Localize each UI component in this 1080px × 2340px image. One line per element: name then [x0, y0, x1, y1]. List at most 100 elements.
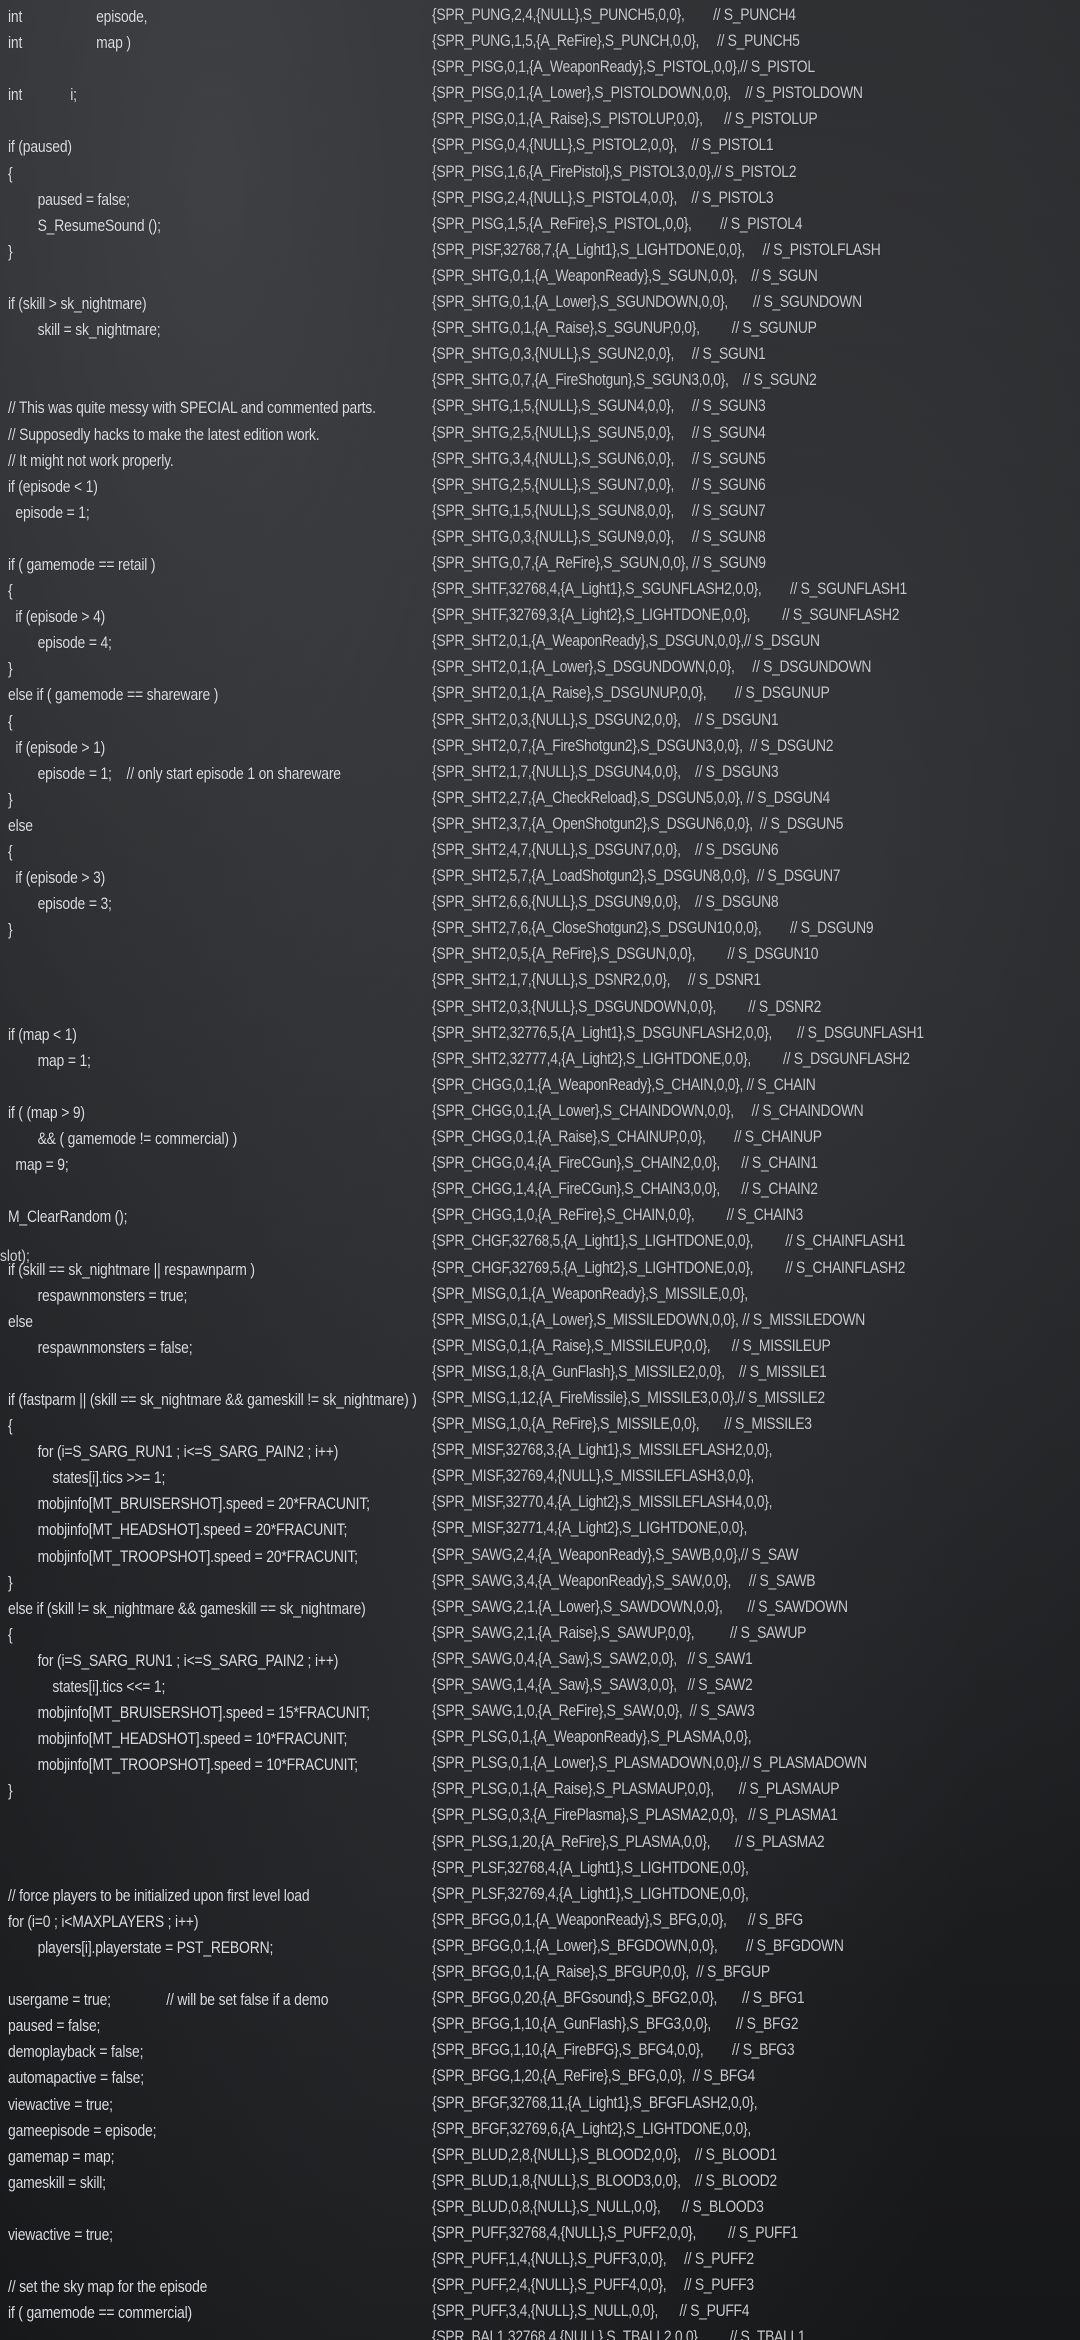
code-line: episode = 1; — [8, 503, 90, 522]
state-table-line: {SPR_SHT2,3,7,{A_OpenShotgun2},S_DSGUN6,… — [432, 814, 844, 833]
state-table-line: {SPR_PLSG,0,3,{A_FirePlasma},S_PLASMA2,0… — [432, 1806, 838, 1825]
state-table-line: {SPR_CHGG,0,1,{A_Lower},S_CHAINDOWN,0,0}… — [432, 1101, 864, 1120]
code-line: else — [8, 816, 33, 835]
state-table-line: {SPR_MISG,0,1,{A_WeaponReady},S_MISSILE,… — [432, 1284, 748, 1303]
code-line: } — [8, 1573, 13, 1592]
state-table-line: {SPR_PISF,32768,7,{A_Light1},S_LIGHTDONE… — [432, 240, 881, 259]
state-table-line: {SPR_PLSG,0,1,{A_WeaponReady},S_PLASMA,0… — [432, 1728, 752, 1747]
code-line: states[i].tics <<= 1; — [8, 1678, 166, 1696]
state-table-line: {SPR_SAWG,0,4,{A_Saw},S_SAW2,0,0}, // S_… — [432, 1649, 753, 1668]
state-table-line: {SPR_BLUD,2,8,{NULL},S_BLOOD2,0,0}, // S… — [432, 2145, 777, 2164]
state-table-line: {SPR_SHT2,7,6,{A_CloseShotgun2},S_DSGUN1… — [432, 919, 874, 938]
code-line: // force players to be initialized upon … — [8, 1886, 310, 1905]
state-table-line: {SPR_PUFF,1,4,{NULL},S_PUFF3,0,0}, // S_… — [432, 2250, 754, 2269]
code-line: viewactive = true; — [8, 2095, 113, 2114]
code-line: mobjinfo[MT_TROOPSHOT].speed = 20*FRACUN… — [8, 1547, 358, 1566]
state-table-line: {SPR_SHTG,3,4,{NULL},S_SGUN6,0,0}, // S_… — [432, 449, 766, 468]
state-table-line: {SPR_MISF,32769,4,{NULL},S_MISSILEFLASH3… — [432, 1467, 755, 1486]
code-line: paused = false; — [8, 2017, 101, 2036]
state-table-line: {SPR_SHTG,0,7,{A_FireShotgun},S_SGUN3,0,… — [432, 371, 817, 390]
code-line: int map ) — [8, 34, 131, 53]
code-line: { — [8, 582, 13, 601]
state-table-line: {SPR_PISG,1,6,{A_FirePistol},S_PISTOL3,0… — [432, 162, 797, 181]
code-line: usergame = true; // will be set false if… — [8, 1991, 329, 2010]
state-table-line: {SPR_PLSG,1,20,{A_ReFire},S_PLASMA,0,0},… — [432, 1832, 825, 1851]
state-table-line: {SPR_SHTG,0,1,{A_Lower},S_SGUNDOWN,0,0},… — [432, 293, 862, 312]
code-line: if (skill > sk_nightmare) — [8, 295, 147, 314]
state-table-line: {SPR_SHTG,0,3,{NULL},S_SGUN9,0,0}, // S_… — [432, 527, 766, 546]
state-table-line: {SPR_SHTG,2,5,{NULL},S_SGUN5,0,0}, // S_… — [432, 423, 766, 442]
code-line: automapactive = false; — [8, 2069, 144, 2088]
state-table-line: {SPR_BFGF,32769,6,{A_Light2},S_LIGHTDONE… — [432, 2119, 751, 2138]
state-table-line: {SPR_PLSG,0,1,{A_Lower},S_PLASMADOWN,0,0… — [432, 1754, 867, 1773]
code-line: episode = 4; — [8, 634, 112, 653]
code-line: mobjinfo[MT_HEADSHOT].speed = 10*FRACUNI… — [8, 1730, 348, 1749]
stray-code-fragment: slot); — [0, 1248, 30, 1265]
state-table-line: {SPR_SHT2,0,3,{NULL},S_DSGUNDOWN,0,0}, /… — [432, 997, 822, 1016]
state-table-line: {SPR_SHT2,0,1,{A_Lower},S_DSGUNDOWN,0,0}… — [432, 658, 872, 677]
state-table-line: {SPR_MISG,1,12,{A_FireMissile},S_MISSILE… — [432, 1388, 825, 1407]
code-line: } — [8, 242, 13, 261]
state-table-line: {SPR_SHT2,0,1,{A_Raise},S_DSGUNUP,0,0}, … — [432, 684, 830, 703]
code-line: map = 9; — [8, 1156, 69, 1175]
state-table-line: {SPR_PISG,0,1,{A_WeaponReady},S_PISTOL,0… — [432, 58, 815, 77]
state-table-line: {SPR_BFGG,0,1,{A_Lower},S_BFGDOWN,0,0}, … — [432, 1936, 844, 1955]
code-line: mobjinfo[MT_HEADSHOT].speed = 20*FRACUNI… — [8, 1521, 348, 1540]
code-line: if (episode > 4) — [8, 608, 106, 627]
state-table-line: {SPR_BAL1,32768,4,{NULL},S_TBALL2,0,0}, … — [432, 2328, 806, 2340]
state-table-line: {SPR_CHGG,0,4,{A_FireCGun},S_CHAIN2,0,0}… — [432, 1154, 818, 1173]
left-code-panel: int episode, int map ) int i; if (paused){ … — [0, 0, 434, 2340]
code-line: // Supposedly hacks to make the latest e… — [8, 425, 320, 444]
state-table-line: {SPR_SHT2,1,7,{NULL},S_DSGUN4,0,0}, // S… — [432, 762, 779, 781]
code-line: states[i].tics >>= 1; — [8, 1469, 166, 1488]
code-line: int episode, — [8, 8, 148, 26]
code-line: if (episode < 1) — [8, 477, 98, 496]
state-table-line: {SPR_MISG,0,1,{A_Raise},S_MISSILEUP,0,0}… — [432, 1336, 831, 1355]
state-table-line: {SPR_SAWG,3,4,{A_WeaponReady},S_SAW,0,0}… — [432, 1571, 816, 1590]
code-line: { — [8, 164, 13, 183]
code-line: for (i=0 ; i<MAXPLAYERS ; i++) — [8, 1912, 199, 1931]
state-table-line: {SPR_PISG,0,4,{NULL},S_PISTOL2,0,0}, // … — [432, 136, 774, 155]
left-code-listing: int episode, int map ) int i; if (paused){ … — [8, 4, 434, 2326]
code-line: // set the sky map for the episode — [8, 2278, 208, 2297]
code-line: gameepisode = episode; — [8, 2121, 157, 2140]
code-line: int i; — [8, 86, 77, 105]
code-line: episode = 3; — [8, 895, 112, 914]
state-table-line: {SPR_MISF,32770,4,{A_Light2},S_MISSILEFL… — [432, 1493, 773, 1512]
state-table-line: {SPR_SHTG,0,1,{A_WeaponReady},S_SGUN,0,0… — [432, 266, 818, 285]
state-table-line: {SPR_SAWG,2,1,{A_Raise},S_SAWUP,0,0}, //… — [432, 1623, 807, 1642]
code-line: if (episode > 1) — [8, 738, 106, 757]
state-table-line: {SPR_BFGG,0,20,{A_BFGsound},S_BFG2,0,0},… — [432, 1989, 805, 2008]
code-line: } — [8, 660, 13, 679]
state-table-line: {SPR_SHT2,0,3,{NULL},S_DSGUN2,0,0}, // S… — [432, 710, 779, 729]
state-table-line: {SPR_BFGF,32768,11,{A_Light1},S_BFGFLASH… — [432, 2093, 758, 2112]
state-table-line: {SPR_CHGG,0,1,{A_WeaponReady},S_CHAIN,0,… — [432, 1075, 816, 1094]
code-line: else if (skill != sk_nightmare && gamesk… — [8, 1599, 366, 1618]
state-table-line: {SPR_PISG,0,1,{A_Lower},S_PISTOLDOWN,0,0… — [432, 84, 863, 103]
code-line: if (map < 1) — [8, 1025, 77, 1044]
code-line: paused = false; — [8, 190, 130, 209]
code-line: viewactive = true; — [8, 2225, 113, 2244]
state-table-line: {SPR_SHT2,2,7,{A_CheckReload},S_DSGUN5,0… — [432, 788, 830, 807]
code-line: mobjinfo[MT_TROOPSHOT].speed = 10*FRACUN… — [8, 1756, 358, 1775]
state-table-line: {SPR_SHT2,5,7,{A_LoadShotgun2},S_DSGUN8,… — [432, 867, 841, 886]
code-line: // It might not work properly. — [8, 451, 174, 470]
state-table-line: {SPR_CHGF,32769,5,{A_Light2},S_LIGHTDONE… — [432, 1258, 906, 1277]
code-line: if ( gamemode == retail ) — [8, 555, 156, 574]
state-table-line: {SPR_CHGF,32768,5,{A_Light1},S_LIGHTDONE… — [432, 1232, 906, 1251]
code-line: { — [8, 712, 13, 731]
state-table-line: {SPR_SHT2,1,7,{NULL},S_DSNR2,0,0}, // S_… — [432, 971, 761, 990]
state-table-line: {SPR_CHGG,0,1,{A_Raise},S_CHAINUP,0,0}, … — [432, 1128, 822, 1147]
